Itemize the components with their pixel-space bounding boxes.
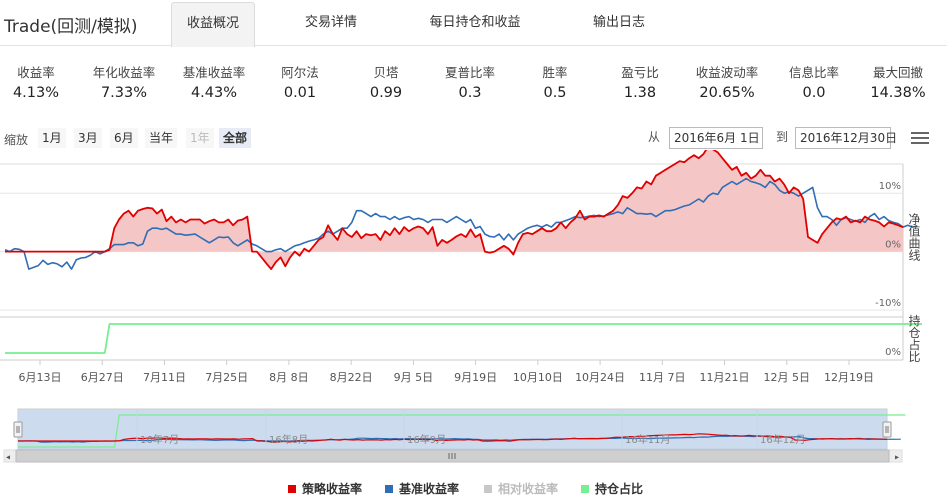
y-tick-label-position: 0%	[885, 347, 901, 358]
navigator-tick-label: 16年12月	[760, 433, 805, 446]
scroll-left-arrow-icon[interactable]: ◂	[6, 453, 10, 462]
legend-position[interactable]: 持仓占比	[581, 480, 643, 496]
y-tick-label: 10%	[879, 181, 901, 192]
chart-series	[4, 150, 922, 354]
legend-position-swatch	[581, 485, 589, 493]
navigator-left-handle[interactable]	[13, 421, 23, 438]
metric-win-rate: 胜率 0.5	[542, 65, 568, 101]
zoom-1y-button[interactable]: 1年	[186, 128, 214, 148]
zoom-all-button[interactable]: 全部	[219, 128, 252, 148]
legend-benchmark[interactable]: 基准收益率	[385, 480, 459, 496]
metric-profit-loss-ratio: 盈亏比 1.38	[621, 65, 659, 101]
metric-alpha: 阿尔法 0.01	[281, 65, 319, 101]
navigator-tick-label: 16年7月	[140, 433, 179, 446]
x-tick-label: 10月24日	[575, 371, 625, 384]
legend-benchmark-swatch	[385, 485, 393, 493]
tab-trade-details[interactable]: 交易详情	[287, 2, 375, 46]
range-to-label: 到	[776, 130, 789, 144]
metric-annual-return: 年化收益率 7.33%	[92, 65, 156, 101]
header: Trade(回测/模拟) 收益概况 交易详情 每日持仓和收益 输出日志	[0, 0, 947, 47]
x-tick-label: 9月 5日	[394, 371, 434, 384]
returns-chart: 10% 0% -10% 0% 净值曲线持仓占比 6月13日 6月27日 7月11日 7月25日 8…	[0, 150, 922, 384]
x-tick-label: 10月10日	[513, 371, 563, 384]
hamburger-menu-icon[interactable]	[911, 132, 929, 146]
metric-max-drawdown: 最大回撤 14.38%	[870, 65, 926, 101]
x-tick-label: 8月 8日	[269, 371, 309, 384]
navigator-tick-label: 16年9月	[407, 433, 446, 446]
x-tick-label: 8月22日	[330, 371, 373, 384]
x-tick-label: 6月13日	[19, 371, 62, 384]
metric-sharpe: 夏普比率 0.3	[444, 65, 495, 101]
navigator-tick-label: 16年11月	[625, 433, 670, 446]
metric-benchmark-return: 基准收益率 4.43%	[182, 65, 246, 101]
position-line	[5, 323, 922, 354]
x-tick-label: 12月19日	[824, 371, 874, 384]
metric-return: 收益率 4.13%	[12, 65, 60, 101]
metrics-panel: 收益率 4.13% 年化收益率 7.33% 基准收益率 4.43% 阿尔法 0.01 贝…	[0, 62, 947, 106]
y-tick-label: -10%	[875, 298, 901, 309]
legend-strategy[interactable]: 策略收益率	[288, 480, 362, 496]
y-axis-title-position: 持仓占比	[907, 313, 921, 363]
x-tick-label: 11月21日	[700, 371, 750, 384]
x-tick-label: 12月 5日	[764, 371, 811, 384]
zoom-3m-button[interactable]: 3月	[74, 128, 102, 148]
navigator-tick-label: 16年8月	[269, 433, 308, 446]
zoom-ytd-button[interactable]: 当年	[145, 128, 178, 148]
y-axis-title-nav: 净值曲线	[907, 213, 921, 261]
navigator-right-handle[interactable]	[882, 421, 892, 438]
tab-daily-positions[interactable]: 每日持仓和收益	[412, 2, 538, 46]
legend-relative-swatch	[484, 485, 492, 493]
app-title: Trade(回测/模拟)	[4, 17, 138, 37]
navigator-panel[interactable]: 16年7月 16年8月 16年9月 16年11月 16年12月 ◂ ▸	[0, 405, 947, 467]
zoom-6m-button[interactable]: 6月	[110, 128, 138, 148]
x-tick-label: 7月11日	[143, 371, 186, 384]
scroll-right-arrow-icon[interactable]: ▸	[895, 453, 899, 462]
navigator-content: 16年7月 16年8月 16年9月 16年11月 16年12月 ◂ ▸	[3, 408, 906, 463]
range-from-label: 从	[648, 130, 661, 144]
tab-summary[interactable]: 收益概况	[171, 2, 255, 47]
metric-info-ratio: 信息比率 0.0	[788, 65, 839, 101]
x-tick-label: 9月19日	[454, 371, 497, 384]
x-tick-label: 11月 7日	[639, 371, 686, 384]
x-tick-label: 6月27日	[81, 371, 124, 384]
x-tick-label: 7月25日	[205, 371, 248, 384]
metric-beta: 贝塔 0.99	[369, 65, 403, 101]
range-to-input[interactable]: 2016年12月30日	[795, 127, 897, 149]
zoom-1m-button[interactable]: 1月	[38, 128, 66, 148]
metric-volatility: 收益波动率 20.65%	[695, 65, 759, 101]
legend-relative[interactable]: 相对收益率	[484, 480, 558, 496]
tab-output-log[interactable]: 输出日志	[575, 2, 663, 46]
y-tick-label: 0%	[885, 240, 901, 251]
legend-strategy-swatch	[288, 485, 296, 493]
zoom-label: 缩放	[4, 133, 29, 147]
range-from-input[interactable]: 2016年6月 1日	[669, 127, 763, 149]
